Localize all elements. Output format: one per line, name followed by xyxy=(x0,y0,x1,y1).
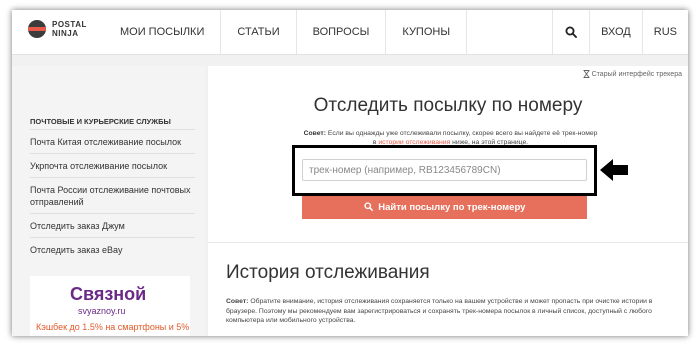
login-link[interactable]: ВХОД xyxy=(589,10,642,54)
ad-brand: Связной xyxy=(70,284,147,304)
search-icon xyxy=(565,26,578,38)
nav-articles[interactable]: СТАТЬИ xyxy=(221,10,297,54)
header-actions: ВХОД RUS xyxy=(552,10,688,54)
ad-promo: Кэшбек до 1.5% на смартфоны и 5% xyxy=(36,322,190,332)
language-switch[interactable]: RUS xyxy=(641,10,688,54)
search-icon xyxy=(363,202,373,211)
sidebar-item-joom[interactable]: Отследить заказ Джум xyxy=(30,213,195,237)
nav-questions[interactable]: ВОПРОСЫ xyxy=(297,10,387,54)
sidebar-item-china-post[interactable]: Почта Китая отслеживание посылок xyxy=(30,129,195,153)
history-tip-text: Обратите внимание, история отслеживания … xyxy=(226,298,653,324)
ninja-logo-icon xyxy=(28,20,46,38)
search-button[interactable] xyxy=(552,10,589,54)
old-interface-label: Старый интерфейс трекера xyxy=(591,70,682,78)
history-title: История отслеживания xyxy=(226,262,430,283)
find-parcel-button[interactable]: Найти посылку по трек-номеру xyxy=(302,196,587,219)
sidebar-item-ebay[interactable]: Отследить заказ eBay xyxy=(30,237,195,261)
history-tip: Совет: Обратите внимание, история отслеж… xyxy=(226,297,676,326)
tip-label: Совет: xyxy=(303,130,326,137)
history-tip-label: Совет: xyxy=(226,298,249,305)
arrow-left-icon xyxy=(600,159,628,181)
old-interface-link[interactable]: Старый интерфейс трекера xyxy=(583,70,682,78)
page-title: Отследить посылку по номеру xyxy=(313,95,583,116)
tracking-panel: Старый интерфейс трекера Отследить посыл… xyxy=(208,66,688,336)
ad-site: svyaznoy.ru xyxy=(78,306,126,316)
main-nav: МОИ ПОСЫЛКИ СТАТЬИ ВОПРОСЫ КУПОНЫ xyxy=(105,10,468,54)
svyaznoy-ad[interactable]: Связной svyaznoy.ru Кэшбек до 1.5% на см… xyxy=(30,276,190,336)
site-logo[interactable]: POSTAL NINJA xyxy=(28,20,87,38)
nav-coupons[interactable]: КУПОНЫ xyxy=(386,10,468,54)
hourglass-icon xyxy=(583,70,590,78)
sidebar-title: ПОЧТОВЫЕ И КУРЬЕРСКИЕ СЛУЖБЫ xyxy=(30,117,171,126)
sidebar-item-russian-post[interactable]: Почта России отслеживание почтовых отпра… xyxy=(30,177,195,213)
sidebar-item-ukrposhta[interactable]: Укрпочта отслеживание посылок xyxy=(30,153,195,177)
top-navigation: POSTAL NINJA МОИ ПОСЫЛКИ СТАТЬИ ВОПРОСЫ … xyxy=(12,10,688,55)
logo-line1: POSTAL xyxy=(52,20,87,29)
nav-my-parcels[interactable]: МОИ ПОСЫЛКИ xyxy=(105,10,222,54)
highlight-box xyxy=(292,145,597,196)
carrier-list: Почта Китая отслеживание посылок Укрпочт… xyxy=(30,129,195,261)
logo-line2: NINJA xyxy=(52,29,79,38)
section-divider xyxy=(208,242,688,243)
find-parcel-label: Найти посылку по трек-номеру xyxy=(378,202,526,213)
